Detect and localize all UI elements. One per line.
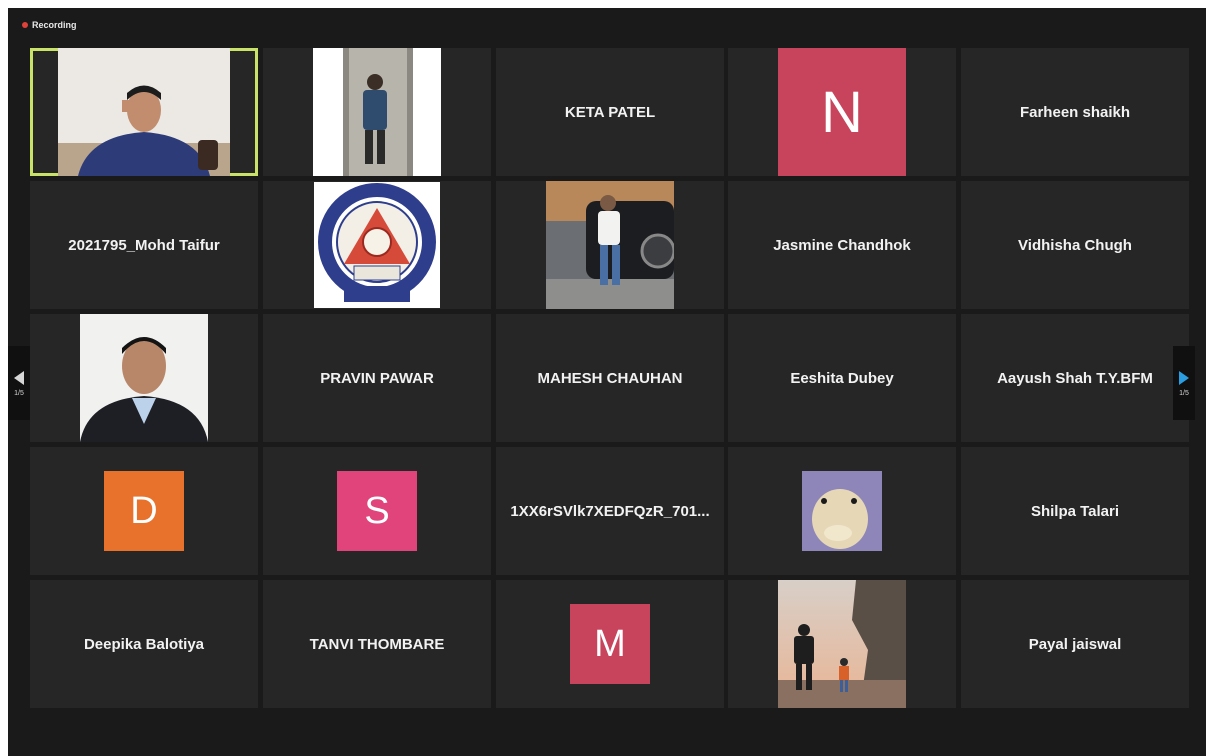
participant-tile-name[interactable]: Payal jaiswal xyxy=(961,580,1189,708)
participant-name: 1XX6rSVlk7XEDFQzR_701... xyxy=(510,502,710,520)
participant-name: KETA PATEL xyxy=(564,103,656,121)
participant-tile-name[interactable]: Aayush Shah T.Y.BFM xyxy=(961,314,1189,442)
participant-tile-name[interactable]: 1XX6rSVlk7XEDFQzR_701... xyxy=(496,447,724,575)
participant-tile-photo[interactable] xyxy=(728,580,956,708)
page-indicator: 1/5 xyxy=(1179,389,1189,397)
participant-name: TANVI THOMBARE xyxy=(309,635,445,653)
participant-tile-name[interactable]: Eeshita Dubey xyxy=(728,314,956,442)
letter-avatar: S xyxy=(337,471,417,551)
participant-name: MAHESH CHAUHAN xyxy=(537,369,683,387)
participant-tile-name[interactable]: KETA PATEL xyxy=(496,48,724,176)
participant-tile-letter-avatar[interactable]: S xyxy=(263,447,491,575)
participant-tile-name[interactable]: Jasmine Chandhok xyxy=(728,181,956,309)
participant-tile-photo[interactable] xyxy=(263,48,491,176)
participant-name: Vidhisha Chugh xyxy=(1018,236,1132,254)
participant-tile-name[interactable]: TANVI THOMBARE xyxy=(263,580,491,708)
letter-avatar: N xyxy=(778,48,906,176)
college-logo-icon xyxy=(314,182,440,308)
recording-label: Recording xyxy=(32,20,77,30)
participant-tile-letter-avatar[interactable]: D xyxy=(30,447,258,575)
participant-name: Aayush Shah T.Y.BFM xyxy=(997,369,1153,387)
recording-indicator: Recording xyxy=(22,20,77,30)
beach-father-child-photo-icon xyxy=(778,580,906,708)
chevron-right-icon xyxy=(1179,370,1189,385)
participant-name: PRAVIN PAWAR xyxy=(320,369,434,387)
participant-tile-name[interactable]: 2021795_Mohd Taifur xyxy=(30,181,258,309)
participant-tile-photo[interactable] xyxy=(728,447,956,575)
participant-name: Payal jaiswal xyxy=(1028,635,1122,653)
duck-photo-icon xyxy=(802,471,882,551)
participant-tile-letter-avatar[interactable]: N xyxy=(728,48,956,176)
participant-name: Farheen shaikh xyxy=(1019,103,1131,121)
participant-tile-video[interactable] xyxy=(30,48,258,176)
previous-page-button[interactable]: 1/5 xyxy=(8,346,30,420)
person-photo-icon xyxy=(313,48,441,176)
participant-name: Jasmine Chandhok xyxy=(773,236,911,254)
man-with-car-photo-icon xyxy=(546,181,674,309)
participant-tile-letter-avatar[interactable]: M xyxy=(496,580,724,708)
letter-avatar: D xyxy=(104,471,184,551)
man-at-desk-video-icon xyxy=(58,48,230,176)
meeting-window: Recording KETA PATEL N Farheen shaikh 20… xyxy=(8,8,1206,756)
recording-dot-icon xyxy=(22,22,28,28)
participant-tile-name[interactable]: MAHESH CHAUHAN xyxy=(496,314,724,442)
page-indicator: 1/5 xyxy=(14,389,24,397)
participant-tile-name[interactable]: Deepika Balotiya xyxy=(30,580,258,708)
participant-tile-name[interactable]: Shilpa Talari xyxy=(961,447,1189,575)
participant-name: Eeshita Dubey xyxy=(790,369,894,387)
next-page-button[interactable]: 1/5 xyxy=(1173,346,1195,420)
participant-tile-name[interactable]: PRAVIN PAWAR xyxy=(263,314,491,442)
participant-tile-name[interactable]: Farheen shaikh xyxy=(961,48,1189,176)
letter-avatar: M xyxy=(570,604,650,684)
participant-tile-photo[interactable] xyxy=(496,181,724,309)
participant-name: Deepika Balotiya xyxy=(83,635,205,653)
chevron-left-icon xyxy=(14,370,24,385)
participant-tile-name[interactable]: Vidhisha Chugh xyxy=(961,181,1189,309)
participant-name: Shilpa Talari xyxy=(1030,502,1120,520)
man-in-suit-photo-icon xyxy=(80,314,208,442)
participant-tile-photo[interactable] xyxy=(263,181,491,309)
participant-name: 2021795_Mohd Taifur xyxy=(68,236,220,254)
participant-tile-photo[interactable] xyxy=(30,314,258,442)
